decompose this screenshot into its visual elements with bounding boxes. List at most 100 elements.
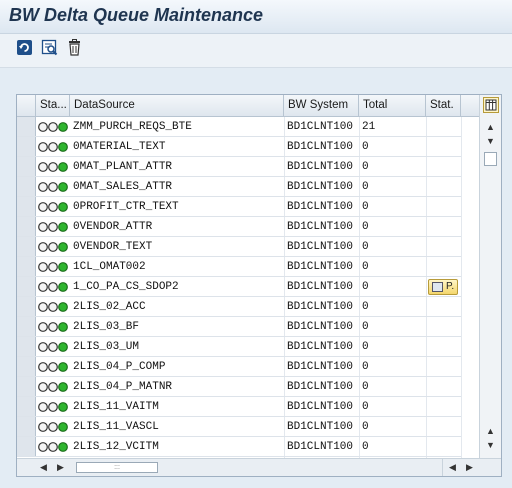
title-bar: BW Delta Queue Maintenance	[0, 0, 512, 34]
table-row[interactable]: 0VENDOR_TEXT BD1CLNT100 0	[17, 237, 461, 257]
total-cell: 0	[362, 321, 369, 333]
bw-system-cell: BD1CLNT100	[287, 441, 354, 453]
table-row[interactable]: 2LIS_11_VAITM BD1CLNT100 0	[17, 397, 461, 417]
datasource-cell: 2LIS_04_P_MATNR	[73, 381, 173, 393]
column-header-sta[interactable]: Sta...	[36, 95, 70, 117]
scroll-up-icon[interactable]: ▲	[485, 122, 496, 132]
table-row[interactable]: 2LIS_04_P_MATNR BD1CLNT100 0	[17, 377, 461, 397]
table-row[interactable]: 2LIS_04_P_COMP BD1CLNT100 0	[17, 357, 461, 377]
table-row[interactable]: 0VENDOR_ATTR BD1CLNT100 0	[17, 217, 461, 237]
column-header-stat[interactable]: Stat.	[426, 95, 461, 117]
column-header-datasource[interactable]: DataSource	[70, 95, 284, 117]
scroll-down-icon[interactable]: ▼	[485, 440, 496, 450]
column-header-bw-system[interactable]: BW System	[284, 95, 359, 117]
datasource-cell: 2LIS_03_BF	[73, 321, 140, 333]
delete-icon[interactable]	[66, 39, 83, 56]
row-selector[interactable]	[17, 197, 36, 216]
row-selector[interactable]	[17, 157, 36, 176]
table-row[interactable]: 0MAT_SALES_ATTR BD1CLNT100 0	[17, 177, 461, 197]
select-all-cell[interactable]	[17, 95, 36, 117]
table-row[interactable]: 2LIS_03_UM BD1CLNT100 0	[17, 337, 461, 357]
row-selector[interactable]	[17, 257, 36, 276]
table-row[interactable]: 2LIS_03_BF BD1CLNT100 0	[17, 317, 461, 337]
row-selector[interactable]	[17, 237, 36, 256]
document-icon	[432, 282, 443, 292]
table-row[interactable]: 0MAT_PLANT_ATTR BD1CLNT100 0	[17, 157, 461, 177]
scroll-left-icon[interactable]: ◀	[40, 462, 47, 473]
bw-system-cell: BD1CLNT100	[287, 361, 354, 373]
total-cell: 0	[362, 141, 369, 153]
status-detail-button[interactable]: P.	[428, 279, 458, 295]
table-row[interactable]: 0MATERIAL_TEXT BD1CLNT100 0	[17, 137, 461, 157]
table-row[interactable]: 1_CO_PA_CS_SDOP2 BD1CLNT100 0 P.	[17, 277, 461, 297]
bw-system-cell: BD1CLNT100	[287, 301, 354, 313]
datasource-cell: 2LIS_11_VAITM	[73, 401, 159, 413]
table-row[interactable]: 0PROFIT_CTR_TEXT BD1CLNT100 0	[17, 197, 461, 217]
row-selector[interactable]	[17, 177, 36, 196]
bw-system-cell: BD1CLNT100	[287, 381, 354, 393]
datasource-cell: 2LIS_02_ACC	[73, 301, 146, 313]
bw-system-cell: BD1CLNT100	[287, 401, 354, 413]
total-cell: 21	[362, 121, 376, 133]
bw-system-cell: BD1CLNT100	[287, 121, 354, 133]
total-cell: 0	[362, 361, 369, 373]
column-header-total[interactable]: Total	[359, 95, 426, 117]
total-cell: 0	[362, 201, 369, 213]
vertical-scroll-thumb[interactable]	[484, 152, 497, 166]
row-selector[interactable]	[17, 417, 36, 436]
total-cell: 0	[362, 221, 369, 233]
total-cell: 0	[362, 261, 369, 273]
layout-config-icon[interactable]	[483, 97, 499, 113]
row-selector[interactable]	[17, 437, 36, 456]
scroll-down-icon[interactable]: ▼	[485, 136, 496, 146]
row-selector[interactable]	[17, 317, 36, 336]
bw-system-cell: BD1CLNT100	[287, 281, 354, 293]
row-selector[interactable]	[17, 117, 36, 136]
table-row[interactable]: ZMM_PURCH_REQS_BTE BD1CLNT100 21	[17, 117, 461, 137]
total-cell: 0	[362, 441, 369, 453]
bw-system-cell: BD1CLNT100	[287, 321, 354, 333]
scroll-up-icon[interactable]: ▲	[485, 426, 496, 436]
delta-queue-table: Sta... DataSource BW System Total Stat. …	[16, 94, 502, 477]
traffic-light-icon	[38, 121, 70, 133]
row-selector[interactable]	[17, 137, 36, 156]
bw-system-cell: BD1CLNT100	[287, 241, 354, 253]
traffic-light-icon	[38, 161, 70, 173]
vertical-scrollbar[interactable]: ▲ ▼ ▲ ▼	[479, 95, 501, 458]
datasource-cell: ZMM_PURCH_REQS_BTE	[73, 121, 192, 133]
traffic-light-icon	[38, 221, 70, 233]
traffic-light-icon	[38, 181, 70, 193]
details-icon[interactable]	[41, 39, 58, 56]
row-selector[interactable]	[17, 297, 36, 316]
horizontal-scroll-thumb[interactable]: :::	[76, 462, 158, 473]
datasource-cell: 2LIS_12_VCITM	[73, 441, 159, 453]
datasource-cell: 0VENDOR_TEXT	[73, 241, 153, 253]
row-selector[interactable]	[17, 277, 36, 296]
bw-system-cell: BD1CLNT100	[287, 261, 354, 273]
traffic-light-icon	[38, 341, 70, 353]
total-cell: 0	[362, 281, 369, 293]
column-divider	[461, 117, 462, 458]
traffic-light-icon	[38, 381, 70, 393]
row-selector[interactable]	[17, 217, 36, 236]
row-selector[interactable]	[17, 377, 36, 396]
total-cell: 0	[362, 381, 369, 393]
scroll-right-icon[interactable]: ▶	[57, 462, 64, 473]
row-selector[interactable]	[17, 337, 36, 356]
total-cell: 0	[362, 161, 369, 173]
table-row[interactable]: 2LIS_02_ACC BD1CLNT100 0	[17, 297, 461, 317]
table-row[interactable]: 1CL_OMAT002 BD1CLNT100 0	[17, 257, 461, 277]
row-selector[interactable]	[17, 357, 36, 376]
total-cell: 0	[362, 421, 369, 433]
scroll-left-icon[interactable]: ◀	[449, 462, 456, 473]
scroll-right-icon[interactable]: ▶	[466, 462, 473, 473]
traffic-light-icon	[38, 421, 70, 433]
bw-system-cell: BD1CLNT100	[287, 181, 354, 193]
refresh-icon[interactable]	[16, 39, 33, 56]
table-header: Sta... DataSource BW System Total Stat.	[17, 95, 501, 117]
total-cell: 0	[362, 401, 369, 413]
table-row[interactable]: 2LIS_11_VASCL BD1CLNT100 0	[17, 417, 461, 437]
table-row[interactable]: 2LIS_12_VCITM BD1CLNT100 0	[17, 437, 461, 457]
row-selector[interactable]	[17, 397, 36, 416]
horizontal-scrollbar[interactable]: ◀ ▶ ::: ◀ ▶	[17, 458, 501, 476]
